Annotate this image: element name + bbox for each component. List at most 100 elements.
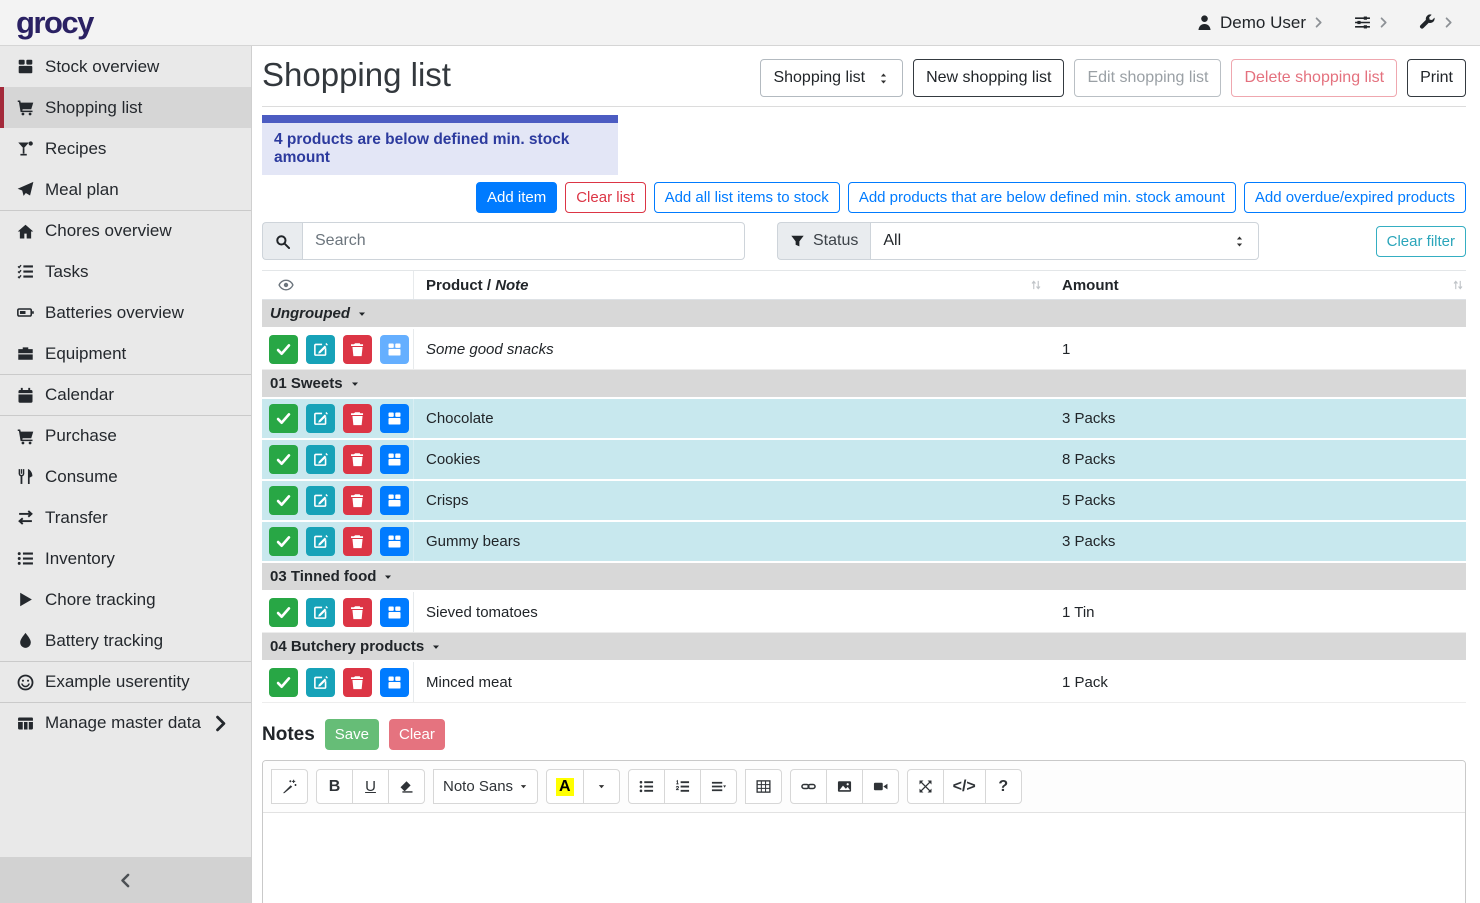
mark-done-button[interactable]: [269, 668, 298, 697]
sidebar-item-equipment[interactable]: Equipment: [0, 333, 251, 374]
delete-item-button[interactable]: [343, 527, 372, 556]
sidebar-item-example-userentity[interactable]: Example userentity: [0, 661, 251, 702]
delete-item-button[interactable]: [343, 668, 372, 697]
add-to-stock-button[interactable]: [380, 527, 409, 556]
code-view-button[interactable]: </>: [943, 769, 986, 804]
add-to-stock-button[interactable]: [380, 445, 409, 474]
text-color-button[interactable]: A: [546, 769, 584, 804]
sidebar-item-transfer[interactable]: Transfer: [0, 497, 251, 538]
add-below-min-stock-button[interactable]: Add products that are below defined min.…: [848, 182, 1236, 213]
style-button[interactable]: [271, 769, 308, 804]
edit-item-button[interactable]: [306, 404, 335, 433]
sidebar-item-batteries-overview[interactable]: Batteries overview: [0, 292, 251, 333]
chevron-left-icon: [118, 873, 133, 888]
print-button[interactable]: Print: [1407, 59, 1466, 97]
top-right-menu: Demo User: [1196, 13, 1480, 33]
help-button[interactable]: ?: [985, 769, 1022, 804]
group-header[interactable]: Ungrouped: [262, 300, 1466, 329]
product-column-header[interactable]: Product / Note: [414, 277, 1052, 294]
clear-list-button[interactable]: Clear list: [565, 182, 645, 213]
edit-shopping-list-button[interactable]: Edit shopping list: [1074, 59, 1221, 97]
add-item-button[interactable]: Add item: [476, 182, 557, 213]
group-header[interactable]: 01 Sweets: [262, 370, 1466, 399]
sidebar-collapse-button[interactable]: [0, 857, 251, 903]
settings-menu[interactable]: [1354, 14, 1389, 31]
notes-clear-button[interactable]: Clear: [389, 719, 445, 750]
paragraph-button[interactable]: [700, 769, 737, 804]
sidebar-item-label: Purchase: [45, 426, 117, 446]
clear-formatting-button[interactable]: [388, 769, 425, 804]
sidebar-item-consume[interactable]: Consume: [0, 456, 251, 497]
admin-menu[interactable]: [1419, 14, 1454, 31]
status-select[interactable]: All: [870, 222, 1259, 260]
add-to-stock-button[interactable]: [380, 486, 409, 515]
ordered-list-button[interactable]: [664, 769, 701, 804]
sidebar-item-manage-master-data[interactable]: Manage master data: [0, 702, 251, 743]
notes-save-button[interactable]: Save: [325, 719, 379, 750]
sidebar-item-tasks[interactable]: Tasks: [0, 251, 251, 292]
mark-done-button[interactable]: [269, 598, 298, 627]
user-menu[interactable]: Demo User: [1196, 13, 1324, 33]
add-to-stock-button[interactable]: [380, 404, 409, 433]
mark-done-button[interactable]: [269, 527, 298, 556]
edit-item-button[interactable]: [306, 598, 335, 627]
product-name: Cookies: [414, 451, 1052, 468]
insert-link-button[interactable]: [790, 769, 827, 804]
unordered-list-button[interactable]: [628, 769, 665, 804]
mark-done-button[interactable]: [269, 445, 298, 474]
delete-item-button[interactable]: [343, 335, 372, 364]
insert-table-button[interactable]: [745, 769, 782, 804]
product-name: Gummy bears: [414, 533, 1052, 550]
home-icon: [15, 223, 36, 240]
bold-button[interactable]: B: [316, 769, 353, 804]
app-logo[interactable]: grocy: [0, 5, 252, 41]
shopping-list-select[interactable]: Shopping list: [760, 59, 903, 97]
delete-item-button[interactable]: [343, 598, 372, 627]
shopping-list-select-value: Shopping list: [773, 69, 865, 87]
sidebar-item-meal-plan[interactable]: Meal plan: [0, 169, 251, 210]
sort-icon[interactable]: [1030, 279, 1042, 291]
sidebar-item-recipes[interactable]: Recipes: [0, 128, 251, 169]
fullscreen-button[interactable]: [907, 769, 944, 804]
insert-picture-button[interactable]: [826, 769, 863, 804]
caret-down-icon: [519, 782, 528, 791]
delete-item-button[interactable]: [343, 404, 372, 433]
mark-done-button[interactable]: [269, 404, 298, 433]
sidebar-item-shopping-list[interactable]: Shopping list: [0, 87, 251, 128]
amount-column-header[interactable]: Amount: [1052, 277, 1466, 294]
sidebar-item-inventory[interactable]: Inventory: [0, 538, 251, 579]
notes-editor-area[interactable]: [263, 813, 1465, 903]
sidebar-item-chore-tracking[interactable]: Chore tracking: [0, 579, 251, 620]
add-overdue-button[interactable]: Add overdue/expired products: [1244, 182, 1466, 213]
add-to-stock-button[interactable]: [380, 668, 409, 697]
sidebar-item-calendar[interactable]: Calendar: [0, 374, 251, 415]
new-shopping-list-button[interactable]: New shopping list: [913, 59, 1064, 97]
group-header[interactable]: 03 Tinned food: [262, 563, 1466, 592]
toolbar-group: A: [546, 769, 620, 804]
delete-item-button[interactable]: [343, 445, 372, 474]
group-header[interactable]: 04 Butchery products: [262, 633, 1466, 662]
sidebar-item-stock-overview[interactable]: Stock overview: [0, 46, 251, 87]
edit-item-button[interactable]: [306, 486, 335, 515]
delete-shopping-list-button[interactable]: Delete shopping list: [1231, 59, 1397, 97]
font-family-button[interactable]: Noto Sans: [433, 769, 538, 804]
sidebar-item-chores-overview[interactable]: Chores overview: [0, 210, 251, 251]
edit-item-button[interactable]: [306, 668, 335, 697]
delete-item-button[interactable]: [343, 486, 372, 515]
edit-item-button[interactable]: [306, 527, 335, 556]
edit-item-button[interactable]: [306, 445, 335, 474]
underline-button[interactable]: U: [352, 769, 389, 804]
add-to-stock-button[interactable]: [380, 598, 409, 627]
sidebar-item-label: Meal plan: [45, 180, 119, 200]
add-all-to-stock-button[interactable]: Add all list items to stock: [654, 182, 840, 213]
mark-done-button[interactable]: [269, 486, 298, 515]
mark-done-button[interactable]: [269, 335, 298, 364]
edit-item-button[interactable]: [306, 335, 335, 364]
sidebar-item-battery-tracking[interactable]: Battery tracking: [0, 620, 251, 661]
search-input[interactable]: [302, 222, 745, 260]
sort-icon[interactable]: [1452, 279, 1464, 291]
text-color-caret-button[interactable]: [583, 769, 620, 804]
sidebar-item-purchase[interactable]: Purchase: [0, 415, 251, 456]
clear-filter-button[interactable]: Clear filter: [1376, 226, 1466, 257]
insert-video-button[interactable]: [862, 769, 899, 804]
